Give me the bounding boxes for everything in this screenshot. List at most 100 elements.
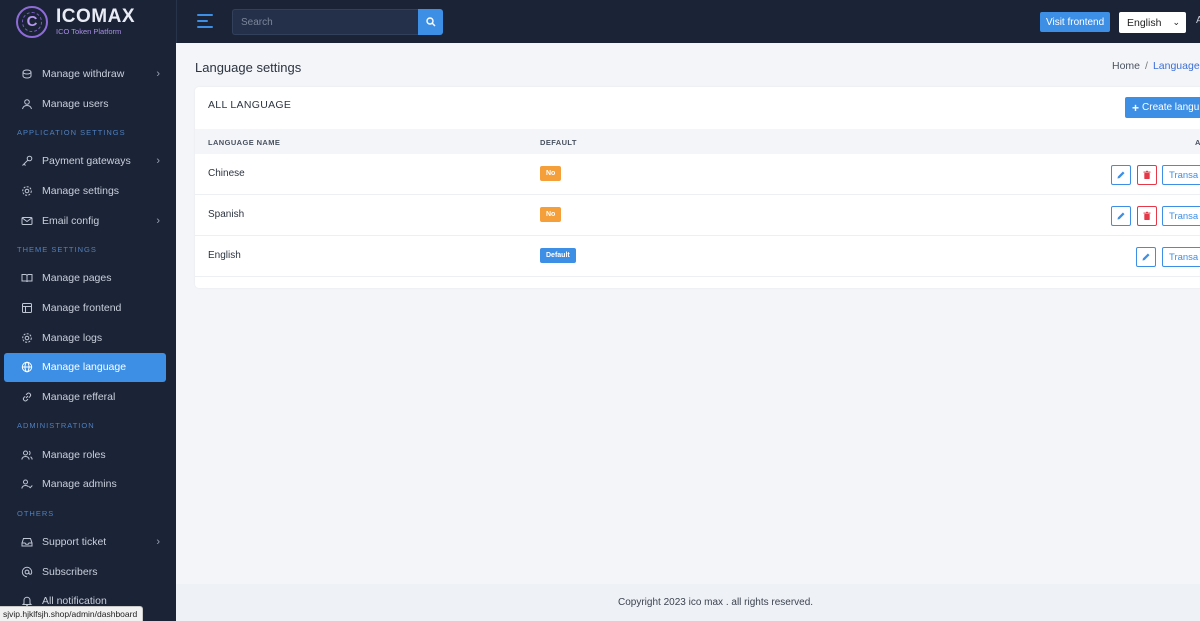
breadcrumb: Home / Language: [1112, 60, 1200, 72]
sidebar-item-label: Manage logs: [42, 331, 103, 344]
column-default: DEFAULT: [540, 138, 577, 147]
sidebar-item-support-ticket[interactable]: Support ticket ›: [4, 527, 166, 557]
sidebar-section-heading: APPLICATION SETTINGS: [17, 127, 126, 137]
visit-frontend-button[interactable]: Visit frontend: [1040, 12, 1111, 32]
chevron-down-icon: ⌄: [1172, 17, 1180, 27]
search-box: [232, 9, 443, 35]
breadcrumb-home[interactable]: Home: [1112, 60, 1140, 72]
card-title: ALL LANGUAGE: [208, 99, 292, 111]
translate-button[interactable]: Transa: [1162, 247, 1200, 267]
gear-icon: [21, 332, 33, 344]
sidebar-item-label: Manage roles: [42, 448, 106, 461]
sidebar-nav: Manage withdraw › Manage users APPLICATION …: [0, 43, 176, 616]
sidebar-item-manage-pages[interactable]: Manage pages: [4, 263, 166, 293]
table-row: Spanish No Transa: [195, 195, 1200, 236]
edit-button[interactable]: [1136, 247, 1156, 267]
language-select-value: English: [1127, 16, 1162, 29]
chevron-right-icon: ›: [156, 155, 160, 168]
sidebar-item-manage-users[interactable]: Manage users: [4, 89, 166, 119]
sidebar-item-manage-frontend[interactable]: Manage frontend: [4, 293, 166, 323]
sidebar-item-subscribers[interactable]: Subscribers: [4, 557, 166, 587]
chevron-right-icon: ›: [156, 536, 160, 549]
table-row: Chinese No Transa: [195, 154, 1200, 195]
language-name: Spanish: [208, 209, 245, 220]
user-icon: [21, 98, 33, 110]
column-action: A: [1195, 138, 1200, 147]
sidebar-item-manage-logs[interactable]: Manage logs: [4, 323, 166, 353]
brand[interactable]: C ICOMAX ICO Token Platform: [0, 0, 176, 43]
coins-icon: [21, 68, 33, 80]
mail-icon: [21, 215, 33, 227]
default-badge: Default: [540, 248, 576, 263]
sidebar-item-label: Manage pages: [42, 272, 112, 285]
sidebar-item-manage-withdraw[interactable]: Manage withdraw ›: [4, 59, 166, 89]
page-title: Language settings: [195, 60, 302, 75]
sidebar-item-label: Manage admins: [42, 478, 117, 491]
copyright-text: Copyright 2023 ico max . all rights rese…: [618, 597, 814, 608]
delete-button[interactable]: [1137, 206, 1157, 226]
breadcrumb-current[interactable]: Language: [1153, 60, 1200, 72]
sidebar-item-label: Subscribers: [42, 565, 98, 578]
admin-menu[interactable]: A: [1196, 15, 1200, 26]
sidebar-item-email-config[interactable]: Email config ›: [4, 206, 166, 236]
sidebar-section-heading: THEME SETTINGS: [17, 244, 97, 254]
topbar: Visit frontend English ⌄ A: [176, 0, 1200, 43]
sidebar-item-manage-language[interactable]: Manage language: [4, 352, 166, 383]
breadcrumb-separator: /: [1145, 60, 1148, 72]
sidebar-item-label: Manage settings: [42, 184, 120, 197]
sidebar: C ICOMAX ICO Token Platform Manage withd…: [0, 0, 176, 621]
sidebar-item-manage-admins[interactable]: Manage admins: [4, 470, 166, 500]
sidebar-item-label: Email config: [42, 214, 100, 227]
chevron-right-icon: ›: [156, 214, 160, 227]
trash-icon: [1143, 211, 1151, 220]
brand-subtitle: ICO Token Platform: [56, 27, 122, 37]
sidebar-item-manage-settings[interactable]: Manage settings: [4, 176, 166, 206]
footer: Copyright 2023 ico max . all rights rese…: [176, 584, 1200, 621]
pencil-icon: [1117, 212, 1125, 220]
user-check-icon: [21, 478, 33, 490]
sidebar-section-heading: ADMINISTRATION: [17, 421, 95, 431]
sidebar-item-label: Manage frontend: [42, 301, 122, 314]
key-icon: [21, 155, 33, 167]
column-language-name: LANGUAGE NAME: [208, 138, 281, 147]
delete-button[interactable]: [1137, 165, 1157, 185]
sidebar-item-manage-refferal[interactable]: Manage refferal: [4, 382, 166, 412]
search-icon: [425, 17, 435, 27]
sidebar-item-label: Manage withdraw: [42, 67, 125, 80]
table-row: English Default Transa: [195, 236, 1200, 277]
language-name: English: [208, 250, 241, 261]
inbox-icon: [21, 536, 33, 548]
create-language-label: Create langu: [1142, 102, 1200, 113]
translate-button[interactable]: Transa: [1162, 206, 1200, 226]
translate-button[interactable]: Transa: [1162, 165, 1200, 185]
pencil-icon: [1117, 171, 1125, 179]
sidebar-item-label: Manage refferal: [42, 391, 116, 404]
language-select[interactable]: English ⌄: [1119, 12, 1186, 33]
sidebar-item-label: Support ticket: [42, 536, 107, 549]
edit-button[interactable]: [1111, 165, 1131, 185]
search-button[interactable]: [418, 9, 443, 35]
users-icon: [21, 449, 33, 461]
edit-button[interactable]: [1111, 206, 1131, 226]
sidebar-item-label: Payment gateways: [42, 155, 131, 168]
brand-name: ICOMAX: [56, 6, 135, 28]
sidebar-item-manage-roles[interactable]: Manage roles: [4, 440, 166, 470]
table-header: LANGUAGE NAME DEFAULT A: [195, 129, 1200, 154]
link-icon: [21, 391, 33, 403]
sidebar-section-heading: OTHERS: [17, 508, 55, 518]
menu-toggle-icon[interactable]: [197, 14, 213, 28]
plus-icon: +: [1132, 100, 1140, 115]
status-url: sjvip.hjklfsjh.shop/admin/dashboard: [0, 606, 144, 621]
chevron-right-icon: ›: [156, 67, 160, 80]
language-card: ALL LANGUAGE + Create langu LANGUAGE NAME…: [195, 87, 1200, 288]
default-badge: No: [540, 207, 562, 222]
language-name: Chinese: [208, 168, 245, 179]
layout-icon: [21, 302, 33, 314]
sidebar-item-label: Manage users: [42, 97, 109, 110]
trash-icon: [1143, 170, 1151, 179]
search-input[interactable]: [232, 9, 418, 35]
at-icon: [21, 566, 33, 578]
sidebar-item-payment-gateways[interactable]: Payment gateways ›: [4, 146, 166, 176]
sidebar-item-label: Manage language: [42, 361, 127, 374]
create-language-button[interactable]: + Create langu: [1125, 97, 1200, 118]
